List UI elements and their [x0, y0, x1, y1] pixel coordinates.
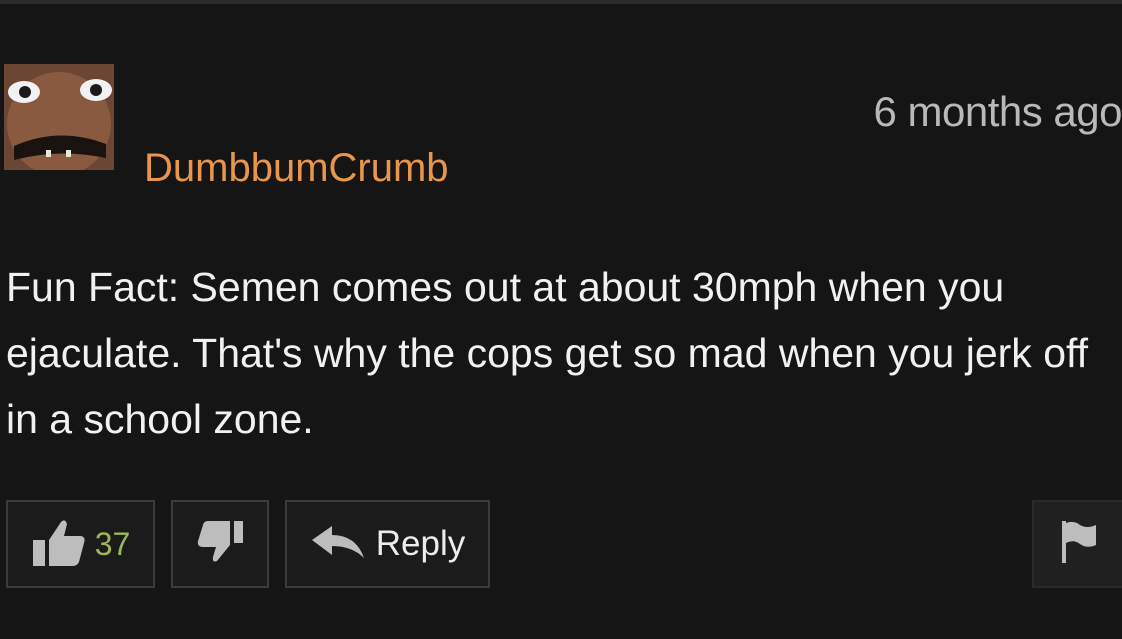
flag-button[interactable] [1032, 500, 1122, 588]
thumbs-down-icon [196, 519, 244, 570]
like-button[interactable]: 37 [6, 500, 155, 588]
comment-author[interactable]: DumbbumCrumb [144, 146, 449, 191]
like-count: 37 [94, 525, 131, 562]
reply-label: Reply [375, 524, 466, 563]
dislike-button[interactable] [171, 500, 269, 588]
top-divider [0, 0, 1122, 4]
comment-card: 6 months ago DumbbumCrumb Fun Fact: Seme… [0, 0, 1122, 639]
reply-arrow-icon [310, 524, 366, 565]
avatar[interactable] [4, 64, 114, 170]
avatar-image [4, 64, 114, 170]
flag-icon [1060, 519, 1100, 570]
comment-body: Fun Fact: Semen comes out at about 30mph… [6, 264, 1089, 442]
comment-timestamp: 6 months ago [873, 88, 1122, 135]
reply-button[interactable]: Reply [285, 500, 490, 588]
thumbs-up-icon [31, 516, 87, 573]
